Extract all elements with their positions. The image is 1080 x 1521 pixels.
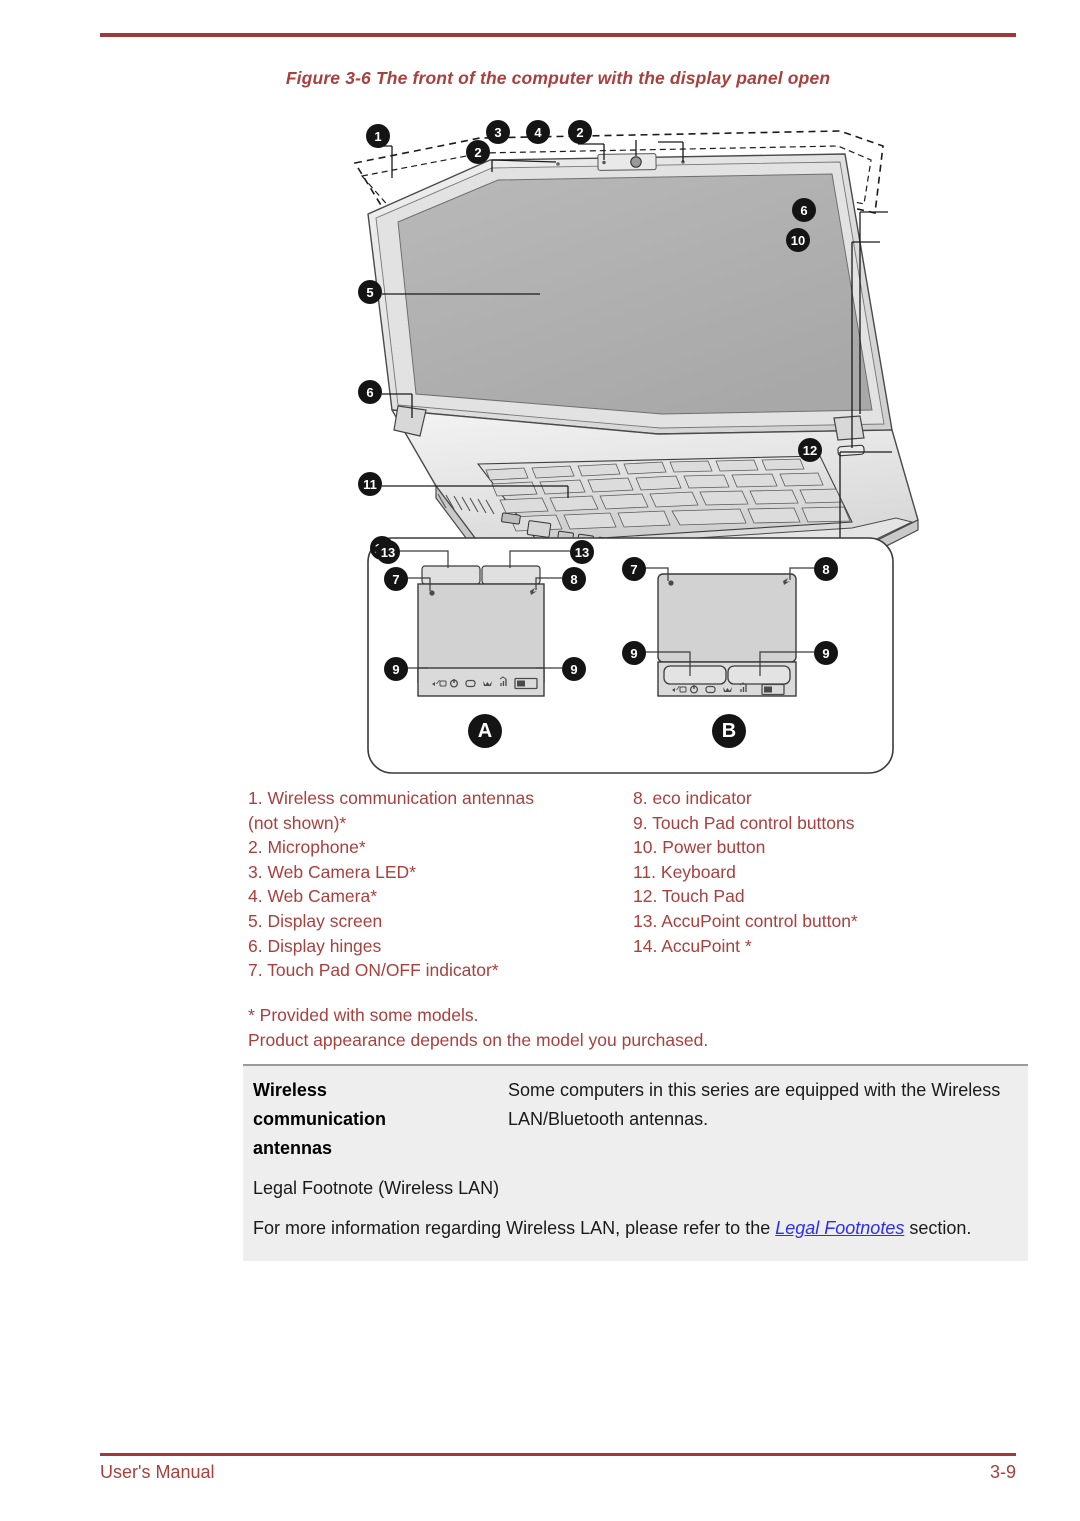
spec-description: Some computers in this series are equipp… xyxy=(508,1080,1001,1129)
callout-1: 1 xyxy=(366,124,390,148)
legend-item: 9. Touch Pad control buttons xyxy=(633,812,855,833)
web-camera-lens xyxy=(630,156,642,168)
microphone-left xyxy=(556,162,560,166)
figure-legend: 1. Wireless communication antennas (not … xyxy=(248,786,1028,983)
legend-item: 2. Microphone* xyxy=(248,837,366,858)
power-button xyxy=(837,444,865,457)
callout-9-b-left: 9 xyxy=(622,641,646,665)
figure-caption: Figure 3-6 The front of the computer wit… xyxy=(285,68,831,88)
legend-item: 6. Display hinges xyxy=(248,935,382,956)
callout-13-left: 13 xyxy=(376,540,400,564)
legal-footnotes-link[interactable]: Legal Footnotes xyxy=(775,1218,904,1238)
callout-10: 10 xyxy=(786,228,810,252)
legend-column-right: 8. eco indicator 9. Touch Pad control bu… xyxy=(633,786,1028,983)
legend-item: 5. Display screen xyxy=(248,910,383,931)
legend-item: 10. Power button xyxy=(633,837,766,858)
legend-item: 12. Touch Pad xyxy=(633,886,745,907)
table-row: Wireless communication antennas Some com… xyxy=(243,1066,1028,1175)
page-footer: User's Manual 3-9 xyxy=(100,1462,1016,1483)
manual-page: Figure 3-6 The front of the computer wit… xyxy=(0,0,1080,1521)
legend-item: (not shown)* xyxy=(248,812,347,833)
callout-8-a: 8 xyxy=(562,567,586,591)
display-hinge-left xyxy=(393,405,427,437)
callout-9-a-left: 9 xyxy=(384,657,408,681)
callout-2b: 2 xyxy=(568,120,592,144)
web-camera-housing xyxy=(597,153,657,171)
legal-footnote-title: Legal Footnote (Wireless LAN) xyxy=(253,1178,500,1198)
callout-3: 3 xyxy=(486,120,510,144)
spec-table: Wireless communication antennas Some com… xyxy=(243,1064,1028,1177)
callout-13-right: 13 xyxy=(570,540,594,564)
callout-9-a-right: 9 xyxy=(562,657,586,681)
legend-note: Product appearance depends on the model … xyxy=(248,1029,709,1050)
legal-body-before: For more information regarding Wireless … xyxy=(253,1218,776,1238)
legend-note: * Provided with some models. xyxy=(248,1005,479,1025)
legal-body-after: section. xyxy=(904,1218,972,1238)
callout-11: 11 xyxy=(358,472,382,496)
legend-item: 4. Web Camera* xyxy=(248,886,378,907)
footer-left-text: User's Manual xyxy=(100,1462,215,1482)
panel-label-a: A xyxy=(468,714,502,748)
legend-item: 7. Touch Pad ON/OFF indicator* xyxy=(248,960,499,981)
callout-2a: 2 xyxy=(466,140,490,164)
footer-rule xyxy=(100,1453,1016,1456)
callout-4: 4 xyxy=(526,120,550,144)
callout-12: 12 xyxy=(798,438,822,462)
legend-item: 13. AccuPoint control button* xyxy=(633,910,858,931)
page-number: 3-9 xyxy=(989,1462,1016,1482)
web-camera-led xyxy=(602,160,606,165)
legend-item: 14. AccuPoint * xyxy=(633,935,752,956)
legend-item: 11. Keyboard xyxy=(633,861,736,882)
callout-6b: 6 xyxy=(358,380,382,404)
callout-8-b: 8 xyxy=(814,557,838,581)
callout-7-b: 7 xyxy=(622,557,646,581)
legend-item: 3. Web Camera LED* xyxy=(248,861,416,882)
legend-column-left: 1. Wireless communication antennas (not … xyxy=(248,786,633,983)
display-hinge-right xyxy=(833,415,865,441)
legend-item: 1. Wireless communication antennas xyxy=(248,788,534,808)
legal-footnote-block: Legal Footnote (Wireless LAN) For more i… xyxy=(243,1163,1028,1261)
callout-9-b-right: 9 xyxy=(814,641,838,665)
legal-footnote-body: For more information regarding Wireless … xyxy=(253,1213,1016,1243)
spec-term: Wireless communication antennas xyxy=(253,1080,387,1158)
callout-6a: 6 xyxy=(792,198,816,222)
legend-item: 8. eco indicator xyxy=(633,788,752,808)
legend-notes: * Provided with some models. Product app… xyxy=(248,1003,1028,1052)
header-rule xyxy=(100,33,1016,37)
detail-panel-badges: 14131378997899AB xyxy=(340,518,940,778)
figure-front-of-computer: 1 2 3 4 2 5 6 6 10 11 12 14131378997899A… xyxy=(340,118,940,778)
callout-7-a: 7 xyxy=(384,567,408,591)
panel-label-b: B xyxy=(712,714,746,748)
callout-5: 5 xyxy=(358,280,382,304)
